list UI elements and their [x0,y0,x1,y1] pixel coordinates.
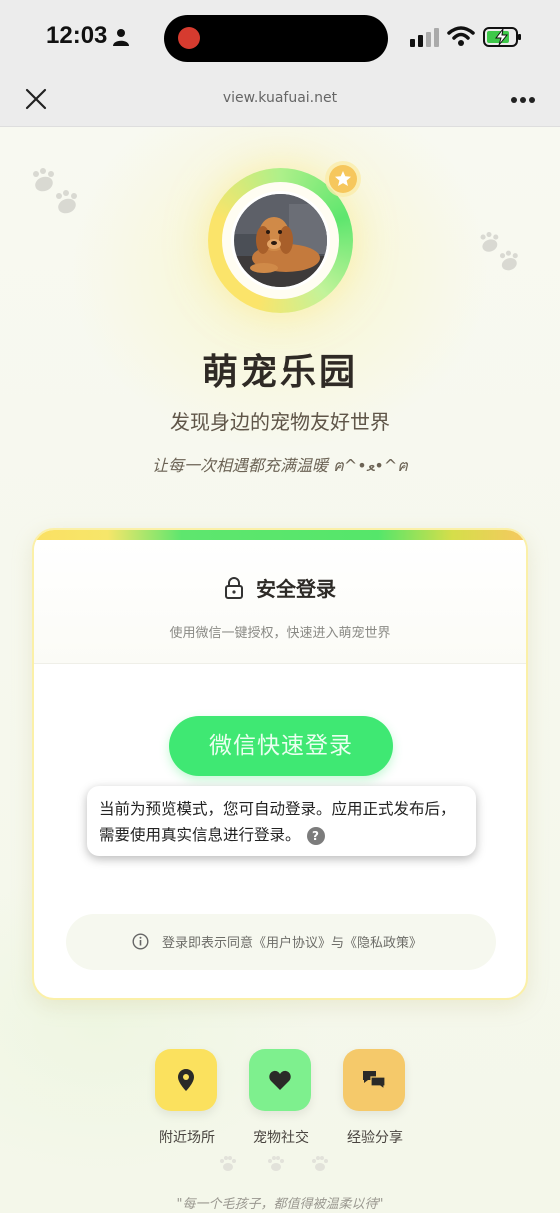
dynamic-island [164,15,388,62]
wifi-icon [447,26,475,46]
help-icon[interactable]: ? [306,826,325,845]
agreement-notice: 登录即表示同意《用户协议》与《隐私政策》 [66,914,496,970]
feature-social-icon-box[interactable] [249,1049,311,1111]
login-title: 安全登录 [256,577,336,601]
preview-mode-tooltip: 当前为预览模式，您可自动登录。应用正式发布后，需要使用真实信息进行登录。? [87,786,476,856]
login-card: 安全登录 使用微信一键授权，快速进入萌宠世界 微信快速登录 当前为预览模式，您可… [32,528,528,1000]
feature-nearby-icon-box[interactable] [155,1049,217,1111]
login-card-header: 安全登录 使用微信一键授权，快速进入萌宠世界 [34,540,526,664]
paw-print-icon [220,1156,236,1171]
location-pin-icon [178,1069,194,1091]
person-icon [113,29,129,46]
app-tagline: 让每一次相遇都充满温暖 ฅ^•ﻌ•^ฅ [152,456,408,475]
more-options-icon[interactable] [510,96,536,104]
paw-print-icon [312,1156,328,1171]
star-icon [335,171,351,186]
feature-pet-social[interactable]: 宠物社交 [249,1049,313,1146]
status-bar: 12:03 [0,0,560,76]
feature-nearby-places[interactable]: 附近场所 [155,1049,219,1146]
app-title: 萌宠乐园 [201,352,358,393]
browser-url: view.kuafuai.net [222,90,338,106]
status-time: 12:03 [46,22,108,49]
info-icon [132,933,149,950]
tooltip-text: 当前为预览模式，您可自动登录。应用正式发布后，需要使用真实信息进行登录。 [99,800,456,844]
feature-share-icon-box[interactable] [343,1049,405,1111]
footer-quote: "每一个毛孩子，都值得被温柔以待" [176,1197,384,1212]
signal-icon [410,28,439,47]
feature-label: 附近场所 [159,1130,215,1146]
chat-bubbles-icon [363,1071,386,1091]
battery-charging-icon [483,27,521,47]
wechat-login-button[interactable]: 微信快速登录 [169,716,393,776]
star-badge [329,165,357,193]
paw-print-icon [480,232,518,271]
card-accent-bar [34,530,526,540]
feature-label: 宠物社交 [253,1130,309,1146]
login-description: 使用微信一键授权，快速进入萌宠世界 [169,626,391,641]
paw-print-icon [268,1156,284,1171]
browser-bar: view.kuafuai.net [0,76,560,127]
paw-print-icon [33,168,77,214]
dog-photo-icon [234,194,327,287]
recording-indicator-icon [178,27,200,49]
heart-icon [269,1070,291,1090]
agreement-text[interactable]: 登录即表示同意《用户协议》与《隐私政策》 [162,932,422,951]
avatar [231,191,330,290]
app-subtitle: 发现身边的宠物友好世界 [170,410,390,434]
lock-icon [225,577,243,599]
feature-label: 经验分享 [347,1130,403,1146]
avatar-frame [222,182,339,299]
feature-experience-share[interactable]: 经验分享 [343,1049,407,1146]
